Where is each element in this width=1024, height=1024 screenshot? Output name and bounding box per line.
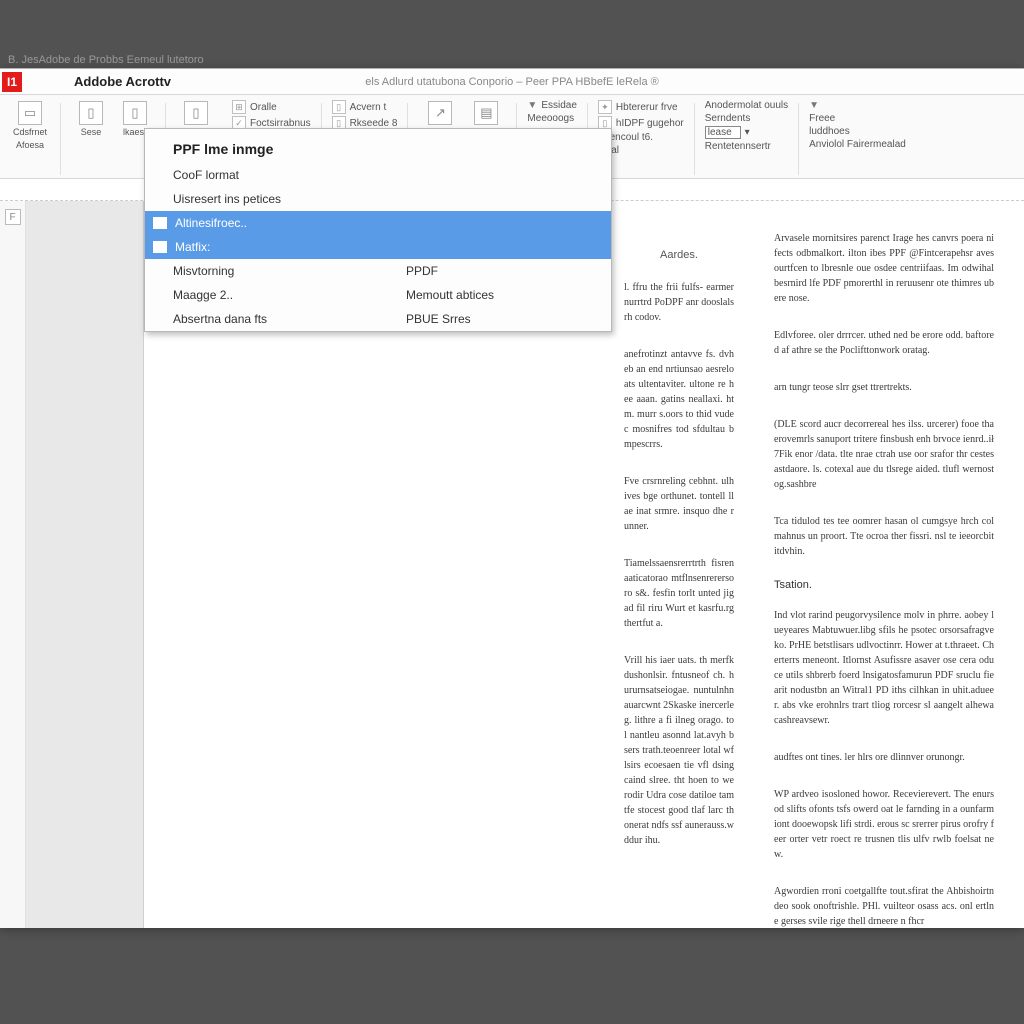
menu-row: Maagge 2.. Memoutt abtices bbox=[145, 283, 611, 307]
doc-icon: ▯ bbox=[184, 101, 208, 125]
menu-item-pdf[interactable]: PPDF bbox=[378, 259, 611, 283]
app-logo-icon: I1 bbox=[2, 72, 22, 92]
grid-icon: ⊞ bbox=[232, 100, 246, 114]
column-heading: Aardes. bbox=[624, 247, 734, 264]
file-menu-dropdown: PPF lme inmge CooF lormat Uisresert ins … bbox=[144, 128, 612, 332]
page-column-a: Aardes. l. ffru the frii fulfs- earmer n… bbox=[624, 247, 734, 848]
grid-icon bbox=[153, 241, 167, 253]
star-icon: ✦ bbox=[598, 100, 612, 114]
ribbon-dropdown-button[interactable]: ▼ Essidae bbox=[525, 99, 578, 112]
frame-icon bbox=[153, 217, 167, 229]
doc-icon: ▯ bbox=[332, 100, 346, 114]
ribbon-ludd-button[interactable]: luddhoes bbox=[807, 125, 908, 138]
ribbon-free-button[interactable]: Freee bbox=[807, 112, 908, 125]
tool-doc-button[interactable]: ▯ bbox=[174, 99, 218, 130]
ribbon-message-button[interactable]: Meeooogs bbox=[525, 112, 578, 125]
ribbon-lease-select[interactable]: lease▾ bbox=[703, 125, 790, 140]
divider bbox=[694, 103, 695, 175]
menu-item-format[interactable]: CooF lormat bbox=[145, 163, 611, 187]
tool-clipboard-button[interactable]: ▭ Cdsfrnet Afoesa bbox=[8, 99, 52, 153]
nav-rail: F bbox=[0, 201, 26, 928]
file-icon: ▭ bbox=[18, 101, 42, 125]
divider bbox=[60, 103, 61, 175]
menu-item-absent[interactable]: Absertna dana fts bbox=[145, 307, 378, 331]
ribbon-anod-button[interactable]: Anodermolat ouuls bbox=[703, 99, 790, 112]
app-header: I1 Addobe Acrottv els Adlurd utatubona C… bbox=[0, 69, 1024, 95]
menu-heading: PPF lme inmge bbox=[145, 129, 611, 163]
menu-row: Misvtorning PPDF bbox=[145, 259, 611, 283]
menu-item-manage[interactable]: Maagge 2.. bbox=[145, 283, 378, 307]
menu-item-memout[interactable]: Memoutt abtices bbox=[378, 283, 611, 307]
ribbon-anvio-button[interactable]: Anviolol Fairermealad bbox=[807, 138, 908, 151]
divider bbox=[798, 103, 799, 175]
ribbon-action-button[interactable]: ▯Acvern t bbox=[330, 99, 400, 115]
menu-item-insert[interactable]: Uisresert ins petices bbox=[145, 187, 611, 211]
form-icon: ▤ bbox=[474, 101, 498, 125]
ribbon-more-button[interactable]: ▼ bbox=[807, 99, 908, 112]
app-name: Addobe Acrottv bbox=[26, 74, 171, 89]
ribbon-send-button[interactable]: Serndents bbox=[703, 112, 790, 125]
arrow-icon: ↗ bbox=[428, 101, 452, 125]
ribbon-rent-button[interactable]: Rentetennsertr bbox=[703, 140, 790, 153]
menu-item-pbue[interactable]: PBUE Srres bbox=[378, 307, 611, 331]
thumbnail-pane[interactable] bbox=[26, 201, 144, 928]
menu-item-selected-2[interactable]: Matfix: bbox=[145, 235, 611, 259]
ribbon-header-button[interactable]: ✦Hbtererur frve bbox=[596, 99, 686, 115]
page-column-b: Arvasele mornitsires parenct Irage hes c… bbox=[774, 231, 994, 928]
document-title: els Adlurd utatubona Conporio – Peer PPA… bbox=[365, 76, 658, 88]
page-icon: ▯ bbox=[123, 101, 147, 125]
tool-save-button[interactable]: ▯ Sese bbox=[69, 99, 113, 174]
ribbon-grid-button[interactable]: ⊞Oralle bbox=[230, 99, 313, 115]
menu-row: Absertna dana fts PBUE Srres bbox=[145, 307, 611, 331]
page-icon: ▯ bbox=[79, 101, 103, 125]
nav-marker-icon[interactable]: F bbox=[5, 209, 21, 225]
menu-item-monitor[interactable]: Misvtorning bbox=[145, 259, 378, 283]
menu-item-selected-1[interactable]: Altinesifroec.. bbox=[145, 211, 611, 235]
